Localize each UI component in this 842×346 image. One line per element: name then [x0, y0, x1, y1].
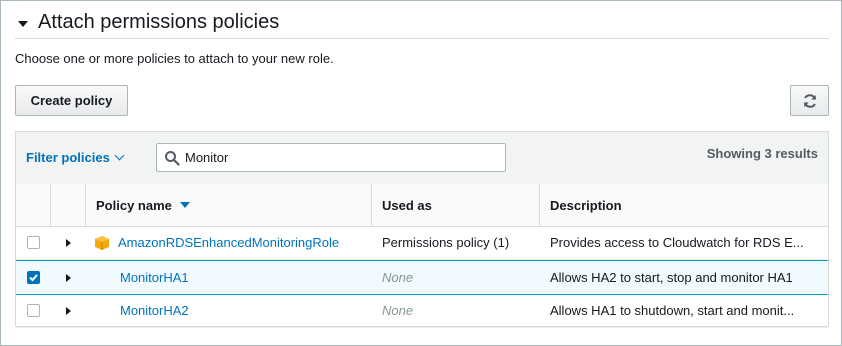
- row-checkbox[interactable]: [27, 261, 40, 294]
- used-as-header-label: Used as: [382, 197, 432, 213]
- used-as-cell: Permissions policy (1): [382, 235, 510, 250]
- policy-name-link[interactable]: MonitorHA2: [120, 303, 189, 318]
- used-as-cell: None: [382, 303, 414, 318]
- column-header-policy-name[interactable]: Policy name: [96, 184, 366, 226]
- sort-descending-icon[interactable]: [179, 202, 190, 208]
- row-expand[interactable]: [66, 226, 71, 259]
- caret-down-icon[interactable]: [18, 21, 28, 27]
- policy-name-cell: MonitorHA2: [120, 294, 350, 327]
- filter-policies-dropdown[interactable]: Filter policies: [26, 150, 125, 165]
- results-count: Showing 3 results: [706, 146, 818, 161]
- column-divider: [85, 184, 86, 226]
- column-header-description[interactable]: Description: [550, 184, 820, 226]
- column-divider: [371, 184, 372, 226]
- table-row[interactable]: AmazonRDSEnhancedMonitoringRole Permissi…: [16, 226, 828, 260]
- column-divider: [50, 184, 51, 226]
- row-expand[interactable]: [66, 261, 71, 294]
- table-row[interactable]: MonitorHA1 None Allows HA2 to start, sto…: [16, 260, 828, 295]
- section-description: Choose one or more policies to attach to…: [15, 51, 334, 66]
- search-icon: [165, 150, 180, 166]
- column-header-used-as[interactable]: Used as: [382, 184, 532, 226]
- row-checkbox[interactable]: [27, 226, 40, 259]
- create-policy-button[interactable]: Create policy: [15, 85, 128, 116]
- policy-name-cell: MonitorHA1: [120, 261, 350, 294]
- section-title: Attach permissions policies: [38, 11, 280, 33]
- used-as-cell: None: [382, 270, 414, 285]
- checkbox[interactable]: [27, 236, 40, 249]
- aws-managed-policy-icon: [95, 235, 109, 250]
- caret-right-icon[interactable]: [66, 306, 71, 315]
- filter-policies-label: Filter policies: [26, 150, 110, 165]
- policies-table: Filter policies Showing 3 results Policy…: [15, 131, 829, 328]
- description-cell: Allows HA2 to start, stop and monitor HA…: [550, 270, 793, 285]
- table-row[interactable]: MonitorHA2 None Allows HA1 to shutdown, …: [16, 294, 828, 328]
- table-header: Policy name Used as Description: [16, 184, 828, 227]
- refresh-icon: [803, 93, 816, 108]
- section-header[interactable]: Attach permissions policies: [15, 9, 829, 39]
- row-expand[interactable]: [66, 294, 71, 327]
- policy-name-link[interactable]: MonitorHA1: [120, 270, 189, 285]
- policy-name-cell: AmazonRDSEnhancedMonitoringRole: [94, 226, 348, 259]
- column-divider: [539, 184, 540, 226]
- attach-policies-panel: Attach permissions policies Choose one o…: [0, 0, 842, 346]
- checkbox[interactable]: [27, 304, 40, 317]
- description-cell: Allows HA1 to shutdown, start and monit.…: [550, 303, 795, 318]
- description-cell: Provides access to Cloudwatch for RDS E.…: [550, 235, 804, 250]
- row-checkbox[interactable]: [27, 294, 40, 327]
- search-box[interactable]: [156, 143, 506, 172]
- search-input[interactable]: [183, 149, 487, 166]
- caret-right-icon[interactable]: [66, 238, 71, 247]
- checkmark-icon: [29, 274, 38, 282]
- description-header-label: Description: [550, 197, 622, 213]
- chevron-down-icon: [114, 150, 125, 161]
- checkbox[interactable]: [27, 271, 40, 284]
- policy-name-header-label: Policy name: [96, 197, 172, 213]
- refresh-button[interactable]: [790, 85, 829, 116]
- caret-right-icon[interactable]: [66, 273, 71, 282]
- filter-bar: Filter policies Showing 3 results: [16, 132, 828, 185]
- policy-name-link[interactable]: AmazonRDSEnhancedMonitoringRole: [118, 235, 339, 250]
